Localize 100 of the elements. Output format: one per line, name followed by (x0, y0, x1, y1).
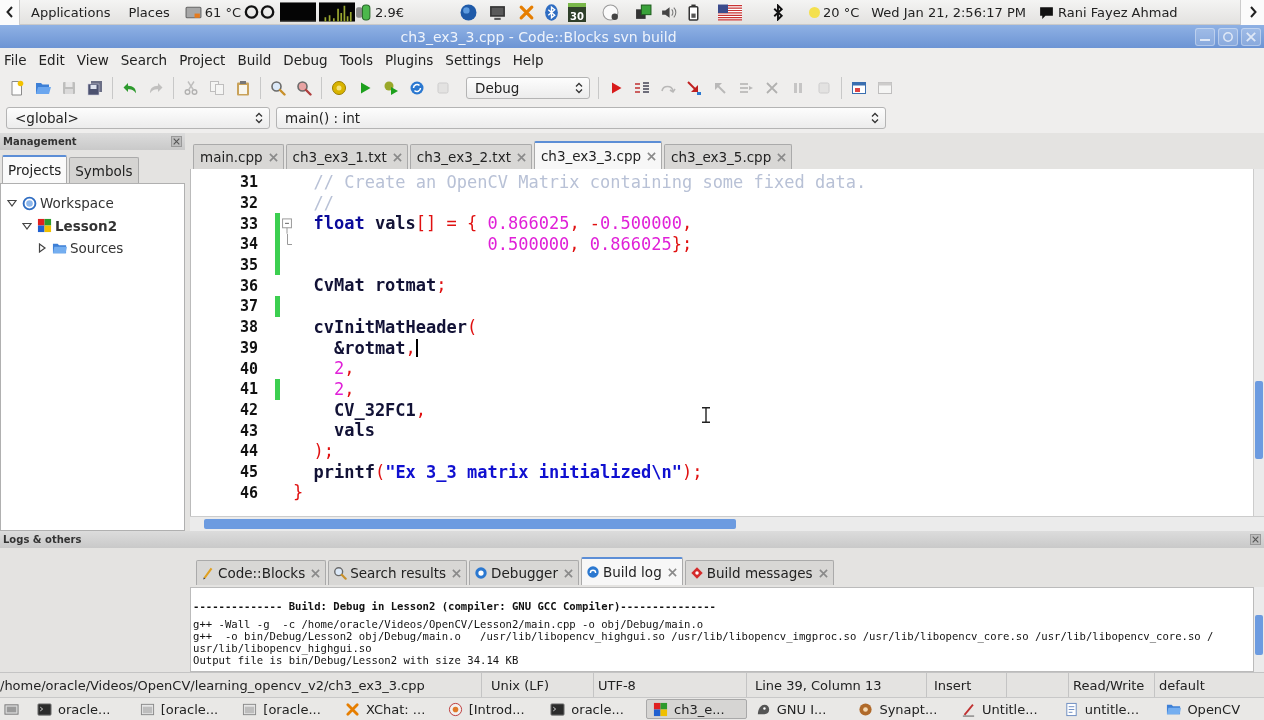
menu-item[interactable]: Project (175, 50, 233, 70)
close-icon[interactable] (818, 568, 828, 578)
profile-name: default (1158, 676, 1206, 695)
close-icon[interactable] (268, 152, 278, 162)
taskbar-button[interactable]: OpenCV (1159, 699, 1261, 719)
vertical-scrollbar[interactable] (1254, 587, 1264, 672)
scrollbar-thumb[interactable] (204, 519, 736, 529)
tree-item[interactable]: Workspace (40, 195, 114, 212)
log-line: usr/lib/libopencv_highgui.so (193, 642, 372, 654)
code-line: cvInitMatHeader( (312, 316, 478, 338)
taskbar-button[interactable]: XChat: ... (338, 699, 439, 719)
capsule-icon (355, 3, 373, 21)
tree-item[interactable]: Sources (70, 240, 124, 257)
scope-dropdown[interactable]: <global> (6, 107, 270, 129)
panel-scroll-left-button[interactable] (0, 0, 20, 25)
close-icon[interactable] (452, 568, 462, 578)
squares-icon[interactable] (635, 3, 652, 21)
code-editor[interactable] (190, 169, 1253, 516)
editor-tab[interactable]: ch3_ex3_1.txt (285, 144, 408, 169)
log-tab[interactable]: Build messages (684, 560, 834, 585)
taskbar-button[interactable]: Untitle... (954, 699, 1055, 719)
close-icon[interactable] (777, 152, 787, 162)
line-number: 38 (238, 318, 259, 337)
panel-menu[interactable]: Places (121, 2, 177, 22)
user-name[interactable]: Rani Fayez Ahmad (1058, 4, 1178, 20)
x-icon (345, 701, 360, 717)
log-line: Output file is bin/Debug/Lesson2 with size 34.14 KB (193, 654, 519, 666)
scrollbar-thumb[interactable] (1255, 381, 1263, 459)
triangle-down-icon[interactable] (22, 220, 32, 231)
triangle-right-icon[interactable] (37, 243, 47, 254)
close-icon[interactable] (563, 568, 573, 578)
line-number: 37 (238, 297, 259, 316)
color-blocks-icon (37, 218, 52, 234)
editor-tab[interactable]: ch3_ex3_2.txt (409, 144, 532, 169)
menu-item[interactable]: Plugins (380, 50, 441, 70)
menu-item[interactable]: Build (233, 50, 279, 70)
log-tab[interactable]: Debugger (469, 560, 579, 585)
close-icon[interactable] (311, 568, 321, 578)
menu-item[interactable]: Edit (34, 50, 72, 70)
panel-tab[interactable]: Symbols (69, 157, 139, 183)
minimize-button[interactable] (1195, 27, 1215, 46)
close-icon[interactable] (392, 152, 402, 162)
line-number: 41 (238, 380, 259, 399)
calendar-date[interactable]: 30 (568, 2, 586, 22)
close-button[interactable] (171, 136, 182, 147)
maximize-button[interactable] (1218, 27, 1238, 46)
function-dropdown[interactable]: main() : int (276, 107, 886, 129)
vertical-scrollbar[interactable] (1253, 169, 1264, 516)
log-line: g++ -Wall -g -c /home/oracle/Videos/OpenCV/Lesson2/main.cpp -o obj/Debug/main.o (193, 618, 704, 630)
triangle-down-icon[interactable] (7, 198, 17, 209)
code-line: CvMat rotmat; (312, 275, 447, 297)
build-target-dropdown[interactable]: Debug (466, 76, 590, 99)
circle-icon (585, 565, 600, 579)
disc-icon[interactable] (602, 3, 619, 21)
terminal-icon (550, 701, 566, 717)
close-button[interactable] (1250, 534, 1261, 545)
menu-item[interactable]: Search (116, 50, 175, 70)
close-icon[interactable] (647, 151, 657, 161)
clock[interactable]: Wed Jan 21, 2:56:17 PM (871, 4, 1026, 20)
close-icon[interactable] (516, 152, 526, 162)
taskbar-button[interactable]: [Introd... (440, 699, 542, 719)
taskbar-button[interactable]: Synapt... (851, 699, 953, 719)
menu-item[interactable]: Help (508, 50, 551, 70)
menu-item[interactable]: File (0, 50, 34, 70)
tree-item[interactable]: Lesson2 (55, 217, 118, 234)
editor-tab[interactable]: ch3_ex3_3.cpp (533, 141, 663, 169)
menu-item[interactable]: Settings (441, 50, 508, 70)
chevron-left-icon (5, 6, 14, 18)
weather-reading[interactable]: 20 °C (823, 4, 860, 20)
log-tab[interactable]: Search results (328, 560, 468, 585)
taskbar-button[interactable]: GNU I... (748, 699, 850, 719)
editor-tab[interactable]: main.cpp (193, 144, 284, 169)
panel-tab[interactable]: Projects (2, 155, 68, 183)
taskbar-button[interactable]: oracle... (30, 699, 131, 719)
close-icon[interactable] (667, 567, 677, 577)
x-icon[interactable] (518, 3, 535, 21)
sphere-icon[interactable] (460, 3, 477, 21)
code-line: // Create an OpenCV Matrix containing some fixed data. (312, 172, 867, 193)
line-number: 36 (238, 276, 259, 295)
horizontal-scrollbar[interactable] (190, 516, 1264, 531)
flag-icon[interactable] (718, 3, 742, 21)
taskbar-button[interactable]: [oracle... (132, 699, 234, 719)
editor-tab[interactable]: ch3_ex3_5.cpp (664, 144, 793, 169)
panel-title: Management (3, 136, 78, 147)
panel-scroll-right-button[interactable] (1240, 0, 1264, 25)
menu-item[interactable]: Debug (279, 50, 335, 70)
log-tab[interactable]: Build log (580, 557, 683, 585)
taskbar-button[interactable]: [oracle... (235, 699, 336, 719)
panel-menu[interactable]: Applications (24, 2, 118, 22)
taskbar-button[interactable]: ch3_e... (646, 699, 747, 719)
scrollbar-thumb[interactable] (1255, 615, 1263, 655)
menu-item[interactable]: View (72, 50, 116, 70)
line-number: 39 (238, 338, 259, 357)
taskbar-button[interactable]: oracle... (543, 699, 645, 719)
network-rate: 2.9€ (375, 4, 404, 20)
monitor-icon[interactable] (489, 3, 506, 21)
menu-item[interactable]: Tools (335, 50, 380, 70)
up-down-arrows-icon (871, 112, 879, 124)
log-tab[interactable]: Code::Blocks (196, 560, 327, 585)
taskbar-button[interactable]: untitle... (1056, 699, 1158, 719)
